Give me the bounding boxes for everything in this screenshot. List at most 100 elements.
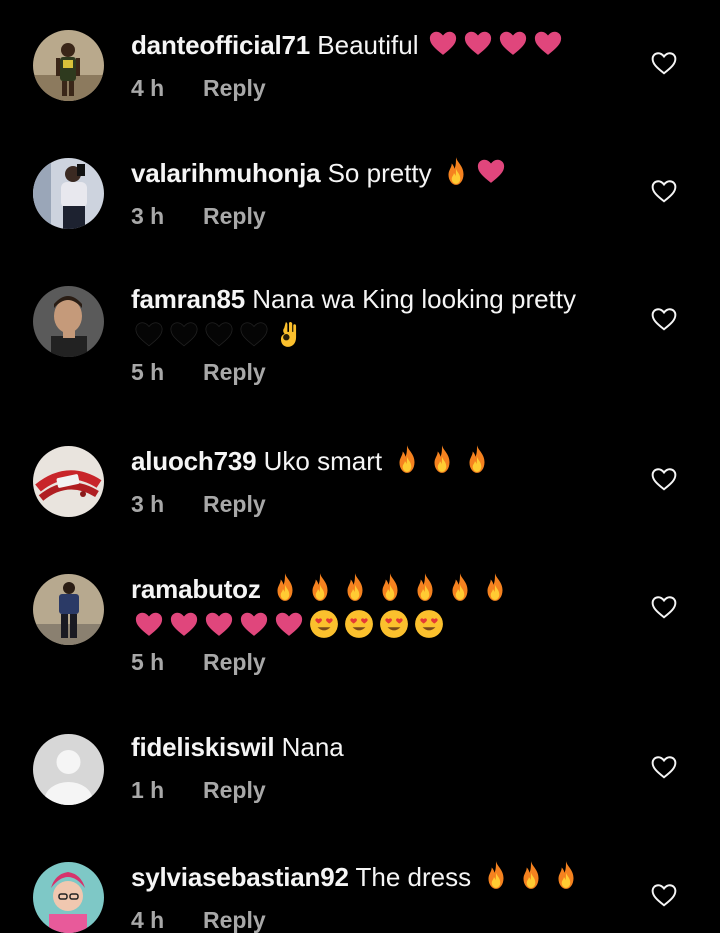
timestamp: 5 h [131, 359, 165, 385]
heart-outline-icon[interactable] [651, 307, 677, 331]
fire-icon [443, 572, 478, 602]
comment-text: Beautiful [317, 30, 419, 60]
emoji-row [389, 444, 494, 474]
comment-line: fideliskiswil Nana [131, 732, 630, 762]
username[interactable]: sylviasebastian92 [131, 862, 349, 892]
emoji-row [268, 572, 513, 602]
fire-icon [268, 572, 303, 602]
ok-hand-icon [271, 319, 306, 349]
heart-icon [426, 28, 461, 58]
avatar[interactable] [33, 286, 104, 357]
heart-icon [496, 28, 531, 58]
emoji-row [131, 608, 630, 640]
reply-button[interactable]: Reply [203, 202, 266, 230]
emoji-row [478, 860, 583, 890]
heart-outline-icon[interactable] [651, 883, 677, 907]
black-heart-icon [166, 319, 201, 349]
comment-body: sylviasebastian92 The dress 4 h Reply [131, 860, 630, 933]
heart-outline-icon[interactable] [651, 595, 677, 619]
username[interactable]: danteofficial71 [131, 30, 310, 60]
timestamp: 1 h [131, 777, 165, 803]
comment-meta: 3 h Reply [131, 202, 630, 230]
comment-line: famran85 Nana wa King looking pretty [131, 284, 630, 314]
reply-button[interactable]: Reply [203, 776, 266, 804]
fire-icon [459, 444, 494, 474]
avatar[interactable] [33, 734, 104, 805]
fire-icon [373, 572, 408, 602]
heart-outline-icon[interactable] [651, 179, 677, 203]
comment-meta: 4 h Reply [131, 906, 630, 933]
fire-icon [439, 156, 474, 186]
heart-icon [474, 156, 509, 186]
heart-eyes-icon [341, 609, 376, 639]
timestamp: 5 h [131, 649, 165, 675]
comment-line: ramabutoz [131, 572, 630, 604]
avatar[interactable] [33, 158, 104, 229]
fire-icon [303, 572, 338, 602]
heart-eyes-icon [376, 609, 411, 639]
comment-meta: 5 h Reply [131, 358, 630, 386]
black-heart-icon [236, 319, 271, 349]
comment-meta: 4 h Reply [131, 74, 630, 102]
username[interactable]: ramabutoz [131, 574, 261, 604]
reply-button[interactable]: Reply [203, 906, 266, 933]
black-heart-icon [131, 319, 166, 349]
comment-meta: 3 h Reply [131, 490, 630, 518]
username[interactable]: fideliskiswil [131, 732, 275, 762]
username[interactable]: famran85 [131, 284, 245, 314]
heart-outline-icon[interactable] [651, 467, 677, 491]
timestamp: 4 h [131, 907, 165, 933]
avatar[interactable] [33, 30, 104, 101]
comment-body: fideliskiswil Nana 1 h Reply [131, 732, 630, 804]
heart-icon [236, 609, 271, 639]
heart-eyes-icon [411, 609, 446, 639]
heart-icon [461, 28, 496, 58]
comment-body: valarihmuhonja So pretty 3 h Reply [131, 156, 630, 230]
avatar[interactable] [33, 862, 104, 933]
heart-eyes-icon [306, 609, 341, 639]
fire-icon [408, 572, 443, 602]
fire-icon [478, 572, 513, 602]
comment-body: danteofficial71 Beautiful 4 h Reply [131, 28, 630, 102]
comment-body: ramabutoz 5 h Reply [131, 572, 630, 676]
comment-line: danteofficial71 Beautiful [131, 28, 630, 60]
reply-button[interactable]: Reply [203, 74, 266, 102]
comment-line: aluoch739 Uko smart [131, 444, 630, 476]
comment-body: famran85 Nana wa King looking pretty 5 h… [131, 284, 630, 386]
reply-button[interactable]: Reply [203, 648, 266, 676]
comment-line: valarihmuhonja So pretty [131, 156, 630, 188]
timestamp: 3 h [131, 203, 165, 229]
heart-outline-icon[interactable] [651, 755, 677, 779]
avatar[interactable] [33, 446, 104, 517]
comment-list: danteofficial71 Beautiful 4 h Reply vala… [0, 0, 720, 933]
fire-icon [513, 860, 548, 890]
emoji-row [439, 156, 509, 186]
comment-line: sylviasebastian92 The dress [131, 860, 630, 892]
black-heart-icon [201, 319, 236, 349]
comment-text: The dress [355, 862, 472, 892]
comment-meta: 5 h Reply [131, 648, 630, 676]
heart-icon [271, 609, 306, 639]
reply-button[interactable]: Reply [203, 358, 266, 386]
avatar[interactable] [33, 574, 104, 645]
emoji-row [426, 28, 566, 58]
comment-meta: 1 h Reply [131, 776, 630, 804]
comment-text: Nana [281, 732, 344, 762]
fire-icon [389, 444, 424, 474]
fire-icon [548, 860, 583, 890]
username[interactable]: valarihmuhonja [131, 158, 321, 188]
comment-text: So pretty [327, 158, 432, 188]
fire-icon [478, 860, 513, 890]
fire-icon [338, 572, 373, 602]
heart-icon [131, 609, 166, 639]
heart-icon [201, 609, 236, 639]
timestamp: 4 h [131, 75, 165, 101]
heart-outline-icon[interactable] [651, 51, 677, 75]
comment-text: Nana wa King looking pretty [252, 284, 577, 314]
emoji-row [131, 318, 630, 350]
reply-button[interactable]: Reply [203, 490, 266, 518]
timestamp: 3 h [131, 491, 165, 517]
username[interactable]: aluoch739 [131, 446, 257, 476]
comment-text: Uko smart [263, 446, 383, 476]
comment-body: aluoch739 Uko smart 3 h Reply [131, 444, 630, 518]
